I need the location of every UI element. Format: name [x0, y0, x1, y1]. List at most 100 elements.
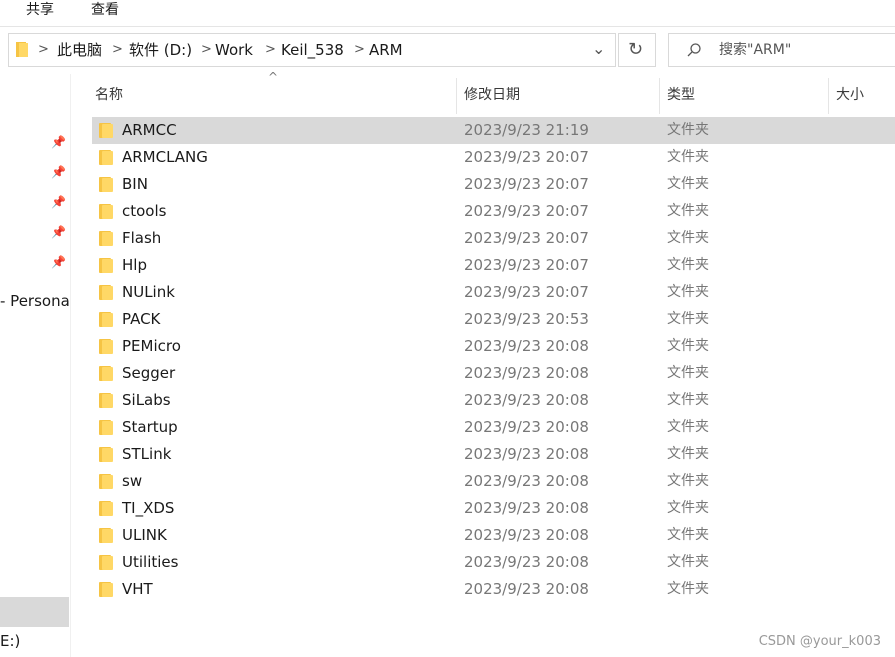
file-row[interactable]: NULink 2023/9/23 20:07 文件夹: [92, 279, 895, 306]
pin-icon[interactable]: 📌: [51, 135, 66, 149]
file-name: SiLabs: [122, 391, 171, 409]
file-type: 文件夹: [667, 392, 709, 408]
file-row[interactable]: sw 2023/9/23 20:08 文件夹: [92, 468, 895, 495]
file-date: 2023/9/23 20:07: [464, 256, 589, 274]
pin-icon[interactable]: 📌: [51, 255, 66, 269]
file-row[interactable]: ctools 2023/9/23 20:07 文件夹: [92, 198, 895, 225]
file-date: 2023/9/23 20:07: [464, 175, 589, 193]
file-row[interactable]: PACK 2023/9/23 20:53 文件夹: [92, 306, 895, 333]
breadcrumb-drive-d[interactable]: 软件 (D:): [129, 34, 192, 66]
search-input[interactable]: 搜索"ARM": [719, 34, 791, 66]
nav-item-drive-e[interactable]: E:): [0, 632, 20, 650]
folder-icon: [99, 447, 113, 462]
column-header-type[interactable]: 类型: [667, 84, 695, 104]
file-date: 2023/9/23 20:08: [464, 526, 589, 544]
refresh-button[interactable]: ↻: [618, 33, 656, 67]
folder-icon: [99, 231, 113, 246]
file-row[interactable]: ARMCC 2023/9/23 21:19 文件夹: [92, 117, 895, 144]
nav-item-selected[interactable]: [0, 597, 69, 627]
column-divider[interactable]: [456, 78, 457, 114]
file-row[interactable]: Hlp 2023/9/23 20:07 文件夹: [92, 252, 895, 279]
file-row[interactable]: ARMCLANG 2023/9/23 20:07 文件夹: [92, 144, 895, 171]
chevron-right-icon[interactable]: >: [354, 34, 365, 66]
column-divider[interactable]: [659, 78, 660, 114]
file-name: ctools: [122, 202, 167, 220]
folder-icon: [99, 582, 113, 597]
navigation-pane: 📌 📌 📌 📌 📌 - Persona E:): [0, 74, 71, 657]
file-row[interactable]: Flash 2023/9/23 20:07 文件夹: [92, 225, 895, 252]
file-type: 文件夹: [667, 500, 709, 516]
file-type: 文件夹: [667, 176, 709, 192]
file-row[interactable]: PEMicro 2023/9/23 20:08 文件夹: [92, 333, 895, 360]
pin-icon[interactable]: 📌: [51, 195, 66, 209]
file-row[interactable]: BIN 2023/9/23 20:07 文件夹: [92, 171, 895, 198]
file-name: BIN: [122, 175, 148, 193]
folder-icon: [99, 312, 113, 327]
file-name: NULink: [122, 283, 175, 301]
column-divider[interactable]: [828, 78, 829, 114]
folder-icon: [99, 123, 113, 138]
file-date: 2023/9/23 21:19: [464, 121, 589, 139]
nav-item-personal[interactable]: - Persona: [0, 292, 70, 310]
file-date: 2023/9/23 20:07: [464, 283, 589, 301]
address-bar[interactable]: > 此电脑 > 软件 (D:) > Work > Keil_538 > ARM …: [8, 33, 616, 67]
breadcrumb-work[interactable]: Work: [215, 34, 253, 66]
breadcrumb-this-pc[interactable]: 此电脑: [57, 34, 102, 66]
chevron-right-icon: >: [38, 42, 49, 57]
folder-icon: [99, 501, 113, 516]
file-type: 文件夹: [667, 365, 709, 381]
folder-icon: [99, 285, 113, 300]
file-row[interactable]: ULINK 2023/9/23 20:08 文件夹: [92, 522, 895, 549]
address-row: > 此电脑 > 软件 (D:) > Work > Keil_538 > ARM …: [0, 26, 895, 74]
pin-icon[interactable]: 📌: [51, 165, 66, 179]
file-type: 文件夹: [667, 581, 709, 597]
breadcrumb-arm[interactable]: ARM: [369, 34, 403, 66]
file-date: 2023/9/23 20:53: [464, 310, 589, 328]
file-date: 2023/9/23 20:08: [464, 337, 589, 355]
file-date: 2023/9/23 20:08: [464, 499, 589, 517]
file-type: 文件夹: [667, 149, 709, 165]
chevron-down-icon[interactable]: ⌄: [592, 34, 605, 64]
file-row[interactable]: Startup 2023/9/23 20:08 文件夹: [92, 414, 895, 441]
file-type: 文件夹: [667, 338, 709, 354]
ribbon: 共享 查看: [0, 0, 895, 27]
file-date: 2023/9/23 20:08: [464, 418, 589, 436]
file-date: 2023/9/23 20:08: [464, 472, 589, 490]
file-name: Hlp: [122, 256, 147, 274]
column-header-size[interactable]: 大小: [836, 84, 864, 104]
folder-icon: [99, 474, 113, 489]
column-header-name[interactable]: 名称: [95, 84, 123, 104]
file-row[interactable]: SiLabs 2023/9/23 20:08 文件夹: [92, 387, 895, 414]
folder-icon: [99, 150, 113, 165]
refresh-icon: ↻: [628, 39, 644, 60]
file-name: ARMCC: [122, 121, 177, 139]
breadcrumb-keil[interactable]: Keil_538: [281, 34, 344, 66]
column-header-date[interactable]: 修改日期: [464, 84, 520, 104]
file-type: 文件夹: [667, 122, 709, 138]
file-row[interactable]: STLink 2023/9/23 20:08 文件夹: [92, 441, 895, 468]
file-date: 2023/9/23 20:08: [464, 553, 589, 571]
file-row[interactable]: TI_XDS 2023/9/23 20:08 文件夹: [92, 495, 895, 522]
file-row[interactable]: Segger 2023/9/23 20:08 文件夹: [92, 360, 895, 387]
chevron-right-icon[interactable]: >: [201, 34, 212, 66]
file-row[interactable]: Utilities 2023/9/23 20:08 文件夹: [92, 549, 895, 576]
search-box[interactable]: 搜索"ARM": [668, 33, 895, 67]
file-name: PACK: [122, 310, 161, 328]
file-row[interactable]: VHT 2023/9/23 20:08 文件夹: [92, 576, 895, 603]
folder-icon: [99, 258, 113, 273]
file-type: 文件夹: [667, 311, 709, 327]
chevron-right-icon[interactable]: >: [112, 34, 123, 66]
ribbon-tab-share[interactable]: 共享: [26, 0, 54, 20]
file-date: 2023/9/23 20:07: [464, 148, 589, 166]
file-date: 2023/9/23 20:07: [464, 229, 589, 247]
file-name: sw: [122, 472, 143, 490]
folder-icon: [99, 393, 113, 408]
ribbon-tab-view[interactable]: 查看: [91, 0, 119, 20]
folder-icon: [99, 528, 113, 543]
chevron-right-icon[interactable]: >: [265, 34, 276, 66]
file-name: Segger: [122, 364, 176, 382]
file-type: 文件夹: [667, 419, 709, 435]
file-name: Flash: [122, 229, 162, 247]
file-type: 文件夹: [667, 554, 709, 570]
pin-icon[interactable]: 📌: [51, 225, 66, 239]
